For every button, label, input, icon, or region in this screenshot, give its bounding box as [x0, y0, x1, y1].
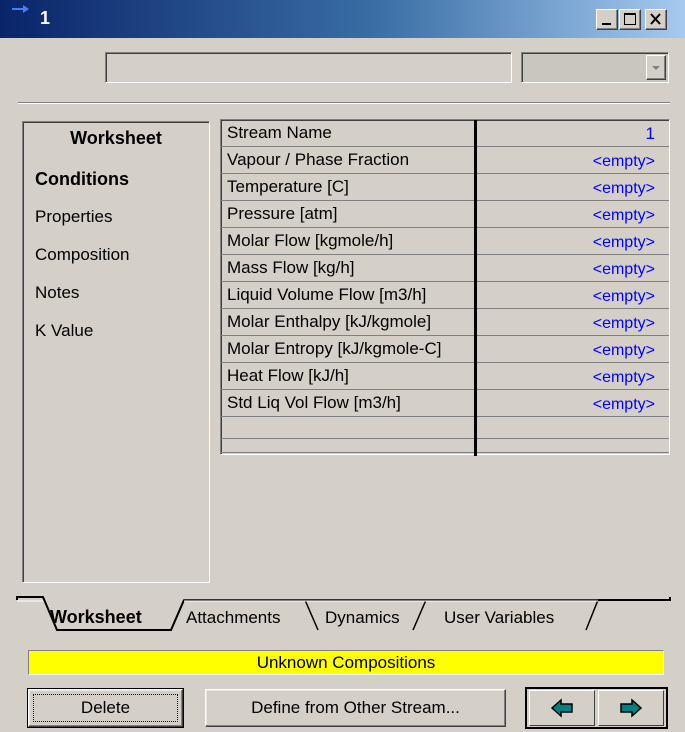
row-value[interactable]: <empty>: [593, 288, 655, 306]
page-nav-pane: Worksheet Conditions Properties Composit…: [22, 121, 210, 583]
arrow-left-icon: [550, 698, 573, 718]
grid-row[interactable]: Molar Flow [kgmole/h] <empty>: [221, 228, 669, 255]
row-value[interactable]: <empty>: [593, 369, 655, 387]
row-label: Molar Enthalpy [kJ/kgmole]: [227, 312, 432, 331]
grid-row[interactable]: Std Liq Vol Flow [m3/h] <empty>: [221, 390, 669, 417]
row-label: Molar Flow [kgmole/h]: [227, 231, 394, 250]
row-label: Liquid Volume Flow [m3/h]: [227, 285, 427, 304]
close-icon: [650, 13, 661, 25]
grid-row[interactable]: Heat Flow [kJ/h] <empty>: [221, 363, 669, 390]
chevron-down-icon: [652, 66, 660, 70]
title-bar[interactable]: 1: [0, 0, 685, 38]
previous-button[interactable]: [529, 690, 595, 726]
maximize-button[interactable]: [619, 9, 641, 30]
conditions-grid: Stream Name 1 Vapour / Phase Fraction <e…: [220, 119, 670, 456]
row-label: Vapour / Phase Fraction: [227, 150, 410, 169]
column-divider[interactable]: [474, 120, 477, 456]
stream-name-field[interactable]: [105, 52, 512, 83]
row-value[interactable]: <empty>: [593, 396, 655, 414]
row-label: Heat Flow [kJ/h]: [227, 366, 349, 385]
fluid-package-combo[interactable]: [521, 52, 669, 83]
grid-row[interactable]: [221, 417, 669, 439]
combo-dropdown-button[interactable]: [646, 55, 666, 80]
grid-row[interactable]: Molar Entropy [kJ/kgmole-C] <empty>: [221, 336, 669, 363]
focus-rect: [33, 694, 178, 722]
row-label: Stream Name: [227, 123, 332, 142]
define-from-other-stream-button[interactable]: Define from Other Stream...: [205, 689, 506, 727]
row-label: Std Liq Vol Flow [m3/h]: [227, 393, 401, 412]
row-label: Pressure [atm]: [227, 204, 338, 223]
window-title: 1: [40, 8, 51, 28]
grid-row[interactable]: Pressure [atm] <empty>: [221, 201, 669, 228]
nav-header: Worksheet: [70, 128, 162, 148]
row-label: Mass Flow [kg/h]: [227, 258, 355, 277]
status-bar: Unknown Compositions: [28, 650, 664, 675]
nav-item-properties[interactable]: Properties: [35, 207, 112, 227]
tab-worksheet[interactable]: Worksheet: [50, 607, 142, 628]
tab-attachments[interactable]: Attachments: [186, 608, 281, 628]
separator: [18, 102, 670, 104]
grid-row[interactable]: [221, 439, 669, 453]
tab-dynamics[interactable]: Dynamics: [325, 608, 400, 628]
grid-row[interactable]: Vapour / Phase Fraction <empty>: [221, 147, 669, 174]
row-value[interactable]: <empty>: [593, 153, 655, 171]
nav-arrows: [525, 687, 668, 729]
grid-row[interactable]: Liquid Volume Flow [m3/h] <empty>: [221, 282, 669, 309]
tab-user-variables[interactable]: User Variables: [444, 608, 554, 628]
nav-item-notes[interactable]: Notes: [35, 283, 79, 303]
define-button-label: Define from Other Stream...: [251, 698, 460, 717]
next-button[interactable]: [598, 690, 664, 726]
nav-item-composition[interactable]: Composition: [35, 245, 130, 265]
grid-row[interactable]: Molar Enthalpy [kJ/kgmole] <empty>: [221, 309, 669, 336]
row-value[interactable]: <empty>: [593, 315, 655, 333]
maximize-icon: [624, 13, 636, 25]
minimize-icon: [602, 23, 611, 25]
row-value[interactable]: 1: [646, 124, 655, 144]
row-value[interactable]: <empty>: [593, 261, 655, 279]
close-button[interactable]: [645, 9, 667, 30]
tab-strip: Worksheet Attachments Dynamics User Vari…: [0, 592, 685, 642]
row-value[interactable]: <empty>: [593, 234, 655, 252]
row-label: Temperature [C]: [227, 177, 349, 196]
arrow-right-icon: [620, 698, 643, 718]
row-label: Molar Entropy [kJ/kgmole-C]: [227, 339, 442, 358]
row-value[interactable]: <empty>: [593, 180, 655, 198]
grid-row[interactable]: Temperature [C] <empty>: [221, 174, 669, 201]
stream-arrow-icon: [12, 5, 29, 13]
minimize-button[interactable]: [596, 9, 618, 30]
row-value[interactable]: <empty>: [593, 342, 655, 360]
grid-row[interactable]: Stream Name 1: [221, 120, 669, 147]
delete-button[interactable]: Delete: [27, 688, 184, 728]
nav-item-conditions[interactable]: Conditions: [35, 169, 129, 190]
nav-item-k-value[interactable]: K Value: [35, 321, 93, 341]
grid-row[interactable]: Mass Flow [kg/h] <empty>: [221, 255, 669, 282]
row-value[interactable]: <empty>: [593, 207, 655, 225]
